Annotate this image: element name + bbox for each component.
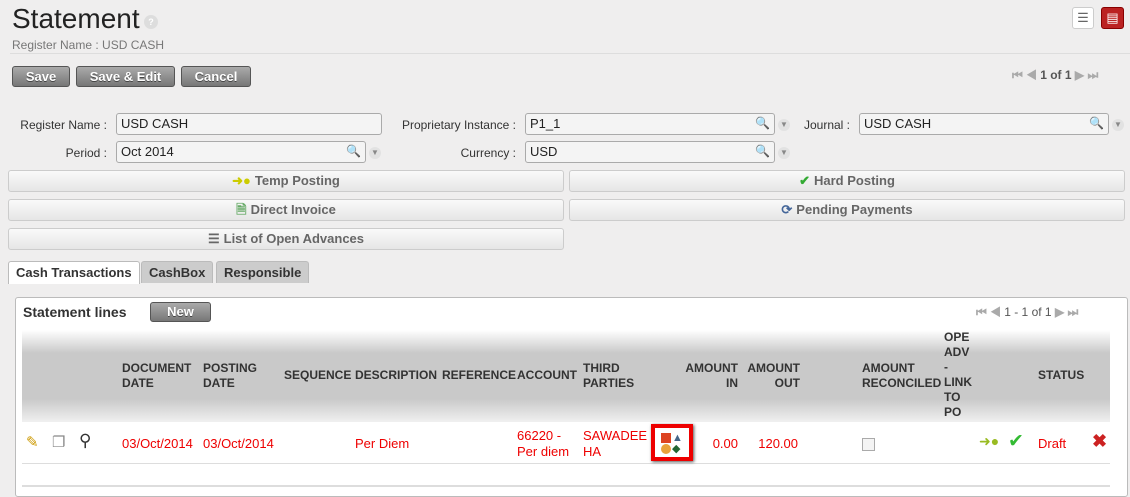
currency-label: Currency : xyxy=(460,146,516,160)
lines-pager: ⏮ ◀ 1 - 1 of 1 ▶ ⏭ xyxy=(976,305,1079,319)
search-icon[interactable]: 🔍 xyxy=(346,144,361,158)
search-icon[interactable]: 🔍 xyxy=(1089,116,1104,130)
col-document-date[interactable]: DOCUMENT DATE xyxy=(122,361,197,391)
tab-responsible[interactable]: Responsible xyxy=(216,261,310,283)
proprietary-label: Proprietary Instance : xyxy=(401,118,516,132)
first-page-icon[interactable]: ⏮ xyxy=(1012,68,1023,82)
form-view-button[interactable]: ▤ xyxy=(1101,7,1124,29)
account: 66220 - Per diem xyxy=(517,428,570,459)
list-view-button[interactable]: ☰ xyxy=(1072,7,1094,29)
currency-field[interactable]: USD 🔍 xyxy=(525,141,775,163)
next-page-icon[interactable]: ▶ xyxy=(1075,68,1084,82)
pencil-icon[interactable]: ✎ xyxy=(26,433,39,451)
status: Draft xyxy=(1038,436,1067,451)
document-date: 03/Oct/2014 xyxy=(122,436,193,451)
check-icon: ✔ xyxy=(799,173,810,188)
magnifier-icon[interactable]: ⚲ xyxy=(79,431,91,451)
copy-icon[interactable]: ❐ xyxy=(52,433,65,451)
col-ope-adv-link[interactable]: OPE ADV - LINK TO PO xyxy=(944,330,976,420)
third-parties: SAWADEE HA xyxy=(583,428,648,459)
journal-field[interactable]: USD CASH 🔍 xyxy=(859,113,1109,135)
invoice-icon: 🗎 xyxy=(236,202,247,217)
chevron-down-icon[interactable]: ▼ xyxy=(1112,119,1124,131)
new-button[interactable]: New xyxy=(150,302,211,322)
register-name-field[interactable]: USD CASH xyxy=(116,113,382,135)
chevron-down-icon[interactable]: ▼ xyxy=(778,147,790,159)
col-third-parties[interactable]: THIRD PARTIES xyxy=(583,361,643,391)
arrow-coin-icon: ➜● xyxy=(232,173,251,188)
prev-page-icon[interactable]: ◀ xyxy=(990,305,1001,319)
row-divider xyxy=(22,463,1110,464)
next-page-icon[interactable]: ▶ xyxy=(1055,305,1064,319)
first-page-icon[interactable]: ⏮ xyxy=(976,305,987,319)
col-account[interactable]: ACCOUNT xyxy=(517,368,577,383)
cancel-button[interactable]: Cancel xyxy=(181,66,251,87)
temp-post-icon[interactable]: ➜● xyxy=(979,433,999,450)
tab-cash-transactions[interactable]: Cash Transactions xyxy=(8,261,140,284)
save-button[interactable]: Save xyxy=(12,66,70,87)
reconciled-checkbox[interactable] xyxy=(862,438,875,451)
col-description[interactable]: DESCRIPTION xyxy=(355,368,437,383)
prev-page-icon[interactable]: ◀ xyxy=(1026,68,1037,82)
open-advances-button[interactable]: ☰ List of Open Advances xyxy=(8,228,564,250)
posting-date: 03/Oct/2014 xyxy=(203,436,274,451)
col-sequence[interactable]: SEQUENCE xyxy=(284,368,351,383)
row-divider xyxy=(22,485,1110,487)
last-page-icon[interactable]: ⏭ xyxy=(1087,68,1098,82)
col-reference[interactable]: REFERENCE xyxy=(442,368,516,383)
search-icon[interactable]: 🔍 xyxy=(755,116,770,130)
period-label: Period : xyxy=(65,146,107,160)
table-row: ✎ ❐ ⚲ 03/Oct/2014 03/Oct/2014 Per Diem 6… xyxy=(22,424,1110,463)
description: Per Diem xyxy=(355,436,410,451)
proprietary-field[interactable]: P1_1 🔍 xyxy=(525,113,775,135)
chevron-down-icon[interactable]: ▼ xyxy=(778,119,790,131)
payment-icon: ⟳ xyxy=(781,202,793,217)
col-posting-date[interactable]: POSTING DATE xyxy=(203,361,263,391)
help-icon[interactable]: ? xyxy=(144,15,158,29)
statement-lines-title: Statement lines xyxy=(23,304,127,320)
col-status[interactable]: STATUS xyxy=(1038,368,1084,383)
tab-cashbox[interactable]: CashBox xyxy=(141,261,214,283)
col-amount-out[interactable]: AMOUNT OUT xyxy=(745,361,800,391)
temp-posting-button[interactable]: ➜● Temp Posting xyxy=(8,170,564,192)
journal-label: Journal : xyxy=(803,118,850,132)
hard-posting-button[interactable]: ✔ Hard Posting xyxy=(569,170,1125,192)
page-title: Statement xyxy=(12,3,140,34)
delete-icon[interactable]: ✖ xyxy=(1092,431,1107,452)
direct-invoice-button[interactable]: 🗎 Direct Invoice xyxy=(8,199,564,221)
amount-out: 120.00 xyxy=(758,436,798,451)
period-field[interactable]: Oct 2014 🔍 xyxy=(116,141,366,163)
pending-payments-button[interactable]: ⟳ Pending Payments xyxy=(569,199,1125,221)
check-icon[interactable]: ✔ xyxy=(1008,430,1024,453)
list-icon: ☰ xyxy=(207,231,220,246)
register-name-label: Register Name : xyxy=(20,118,107,132)
save-edit-button[interactable]: Save & Edit xyxy=(76,66,175,87)
col-amount-in[interactable]: AMOUNT IN xyxy=(680,361,738,391)
last-page-icon[interactable]: ⏭ xyxy=(1068,305,1079,319)
search-icon[interactable]: 🔍 xyxy=(755,144,770,158)
top-pager: ⏮ ◀ 1 of 1 ▶ ⏭ xyxy=(1012,68,1099,82)
col-amount-reconciled[interactable]: AMOUNT RECONCILED xyxy=(862,361,942,391)
amount-in: 0.00 xyxy=(712,436,738,451)
divider xyxy=(10,53,1130,54)
page-subtitle: Register Name : USD CASH xyxy=(12,38,165,52)
